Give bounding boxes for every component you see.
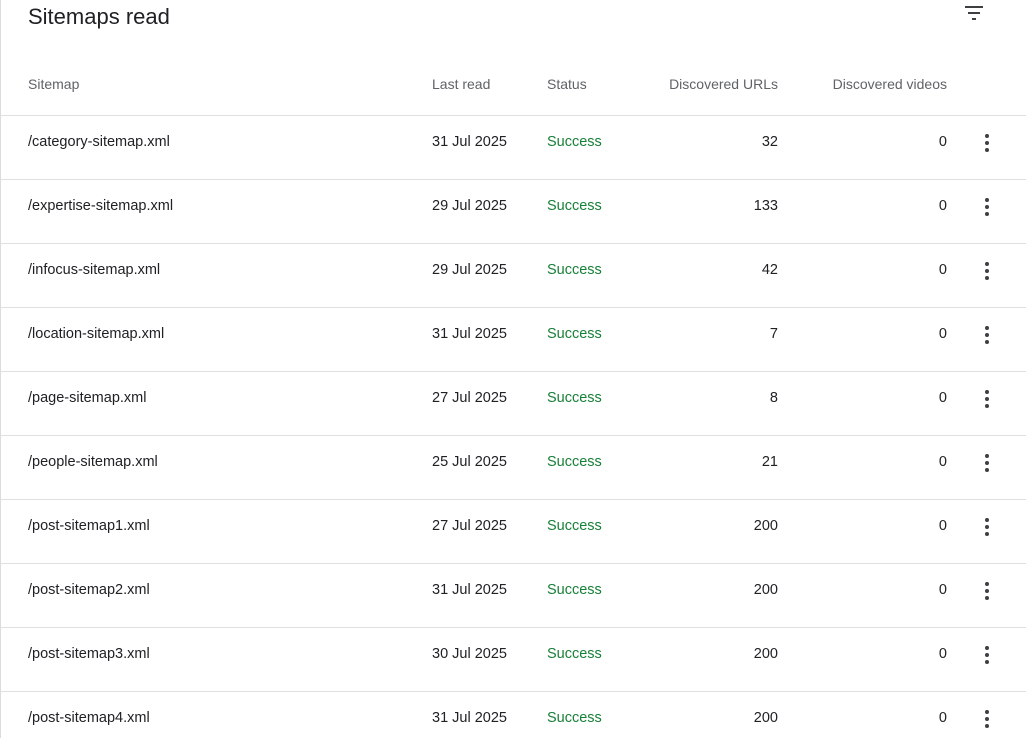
last-read-cell: 31 Jul 2025 (432, 582, 507, 598)
discovered-videos-cell: 0 (938, 710, 947, 726)
status-cell: Success (547, 646, 602, 662)
sitemaps-read-card: Sitemaps read Sitemap Last read Status D… (0, 0, 1026, 738)
table-row[interactable]: /expertise-sitemap.xml 29 Jul 2025 Success… (1, 180, 1026, 244)
discovered-videos-cell: 0 (938, 518, 947, 534)
status-cell: Success (547, 582, 602, 598)
more-vert-icon (985, 710, 989, 728)
more-vert-icon (985, 326, 989, 344)
more-vert-icon (985, 134, 989, 152)
last-read-cell: 30 Jul 2025 (432, 646, 507, 662)
discovered-videos-cell: 0 (938, 134, 947, 150)
last-read-cell: 27 Jul 2025 (432, 390, 507, 406)
sitemap-cell: /post-sitemap4.xml (28, 710, 150, 726)
column-header-discovered-videos[interactable]: Discovered videos (833, 76, 947, 92)
table-row[interactable]: /location-sitemap.xml 31 Jul 2025 Success 7… (1, 308, 1026, 372)
status-cell: Success (547, 518, 602, 534)
discovered-urls-cell: 200 (753, 646, 778, 662)
last-read-cell: 29 Jul 2025 (432, 262, 507, 278)
row-menu-button[interactable] (972, 128, 1002, 158)
discovered-urls-cell: 32 (761, 134, 778, 150)
discovered-videos-cell: 0 (938, 454, 947, 470)
status-cell: Success (547, 198, 602, 214)
card-title: Sitemaps read (28, 4, 170, 29)
row-menu-button[interactable] (972, 384, 1002, 414)
discovered-urls-cell: 8 (769, 390, 778, 406)
discovered-urls-cell: 7 (769, 326, 778, 342)
table-row[interactable]: /page-sitemap.xml 27 Jul 2025 Success 8 0 (1, 372, 1026, 436)
discovered-videos-cell: 0 (938, 646, 947, 662)
last-read-cell: 29 Jul 2025 (432, 198, 507, 214)
status-cell: Success (547, 454, 602, 470)
table-row[interactable]: /category-sitemap.xml 31 Jul 2025 Success 3… (1, 116, 1026, 180)
discovered-urls-cell: 42 (761, 262, 778, 278)
table-row[interactable]: /post-sitemap2.xml 31 Jul 2025 Success 200 0 (1, 564, 1026, 628)
more-vert-icon (985, 646, 989, 664)
more-vert-icon (985, 262, 989, 280)
column-header-sitemap[interactable]: Sitemap (28, 76, 79, 92)
sitemap-cell: /infocus-sitemap.xml (28, 262, 161, 278)
filter-button[interactable] (957, 0, 991, 26)
status-cell: Success (547, 390, 602, 406)
discovered-videos-cell: 0 (938, 582, 947, 598)
discovered-videos-cell: 0 (938, 198, 947, 214)
last-read-cell: 31 Jul 2025 (432, 710, 507, 726)
last-read-cell: 31 Jul 2025 (432, 134, 507, 150)
table-header: Sitemap Last read Status Discovered URLs… (1, 52, 1026, 116)
row-menu-button[interactable] (972, 640, 1002, 670)
discovered-urls-cell: 21 (761, 454, 778, 470)
discovered-urls-cell: 133 (753, 198, 778, 214)
sitemap-cell: /expertise-sitemap.xml (28, 198, 174, 214)
more-vert-icon (985, 518, 989, 536)
table-row[interactable]: /post-sitemap1.xml 27 Jul 2025 Success 200 0 (1, 500, 1026, 564)
status-cell: Success (547, 134, 602, 150)
discovered-urls-cell: 200 (753, 518, 778, 534)
table-row[interactable]: /people-sitemap.xml 25 Jul 2025 Success 21 0 (1, 436, 1026, 500)
filter-list-icon (965, 6, 983, 20)
row-menu-button[interactable] (972, 192, 1002, 222)
sitemap-cell: /page-sitemap.xml (28, 390, 147, 406)
row-menu-button[interactable] (972, 320, 1002, 350)
more-vert-icon (985, 582, 989, 600)
last-read-cell: 31 Jul 2025 (432, 326, 507, 342)
last-read-cell: 25 Jul 2025 (432, 454, 507, 470)
discovered-urls-cell: 200 (753, 582, 778, 598)
sitemap-cell: /location-sitemap.xml (28, 326, 165, 342)
sitemap-cell: /category-sitemap.xml (28, 134, 170, 150)
column-header-last-read[interactable]: Last read (432, 76, 490, 92)
discovered-videos-cell: 0 (938, 326, 947, 342)
status-cell: Success (547, 262, 602, 278)
sitemap-cell: /post-sitemap3.xml (28, 646, 150, 662)
status-cell: Success (547, 326, 602, 342)
status-cell: Success (547, 710, 602, 726)
sitemap-cell: /post-sitemap2.xml (28, 582, 150, 598)
table-row[interactable]: /infocus-sitemap.xml 29 Jul 2025 Success 42… (1, 244, 1026, 308)
last-read-cell: 27 Jul 2025 (432, 518, 507, 534)
column-header-status[interactable]: Status (547, 76, 587, 92)
discovered-urls-cell: 200 (753, 710, 778, 726)
table-row[interactable]: /post-sitemap3.xml 30 Jul 2025 Success 200 0 (1, 628, 1026, 692)
row-menu-button[interactable] (972, 512, 1002, 542)
row-menu-button[interactable] (972, 256, 1002, 286)
more-vert-icon (985, 454, 989, 472)
sitemap-cell: /post-sitemap1.xml (28, 518, 150, 534)
discovered-videos-cell: 0 (938, 390, 947, 406)
row-menu-button[interactable] (972, 448, 1002, 478)
column-header-discovered-urls[interactable]: Discovered URLs (669, 76, 778, 92)
row-menu-button[interactable] (972, 576, 1002, 606)
sitemap-cell: /people-sitemap.xml (28, 454, 158, 470)
table-row[interactable]: /post-sitemap4.xml 31 Jul 2025 Success 200 0 (1, 692, 1026, 738)
more-vert-icon (985, 198, 989, 216)
row-menu-button[interactable] (972, 704, 1002, 734)
more-vert-icon (985, 390, 989, 408)
discovered-videos-cell: 0 (938, 262, 947, 278)
